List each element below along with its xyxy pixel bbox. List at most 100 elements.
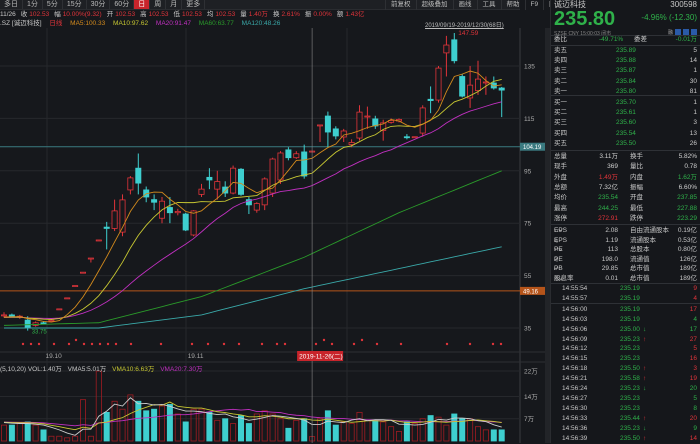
volume-bar bbox=[230, 423, 237, 442]
info-key: 额 bbox=[336, 11, 344, 18]
event-marker[interactable] bbox=[283, 342, 287, 346]
volume-bar bbox=[467, 418, 474, 442]
stat-value: 5.82% bbox=[678, 153, 697, 160]
tick-volume: 17 bbox=[689, 325, 697, 333]
stat-value: 272.91 bbox=[598, 214, 618, 222]
reference-label: 49.16 bbox=[523, 289, 539, 295]
fin-row: EPS TTM 2.08 自由流通股本 0.19亿 bbox=[554, 226, 697, 236]
fin-label-text: 股息率 bbox=[554, 274, 574, 282]
event-marker[interactable] bbox=[375, 342, 379, 346]
fin-row: PB LF 29.85 总市值 1 189亿 bbox=[554, 264, 697, 274]
tab-4[interactable]: 30分 bbox=[87, 0, 111, 9]
tab-9[interactable]: 更多 bbox=[182, 0, 206, 9]
event-marker[interactable] bbox=[491, 342, 495, 346]
event-marker[interactable] bbox=[314, 342, 318, 346]
volume-bar bbox=[380, 421, 387, 442]
info-value: 102.53 bbox=[29, 11, 50, 18]
event-marker[interactable] bbox=[82, 342, 86, 346]
event-marker[interactable] bbox=[360, 338, 364, 342]
event-marker[interactable] bbox=[468, 342, 472, 346]
asks-row: 卖三 235.87 1 bbox=[554, 66, 697, 76]
event-marker[interactable] bbox=[67, 342, 71, 346]
event-marker[interactable] bbox=[21, 342, 25, 346]
tab-5[interactable]: 60分 bbox=[110, 0, 135, 9]
event-marker[interactable] bbox=[399, 342, 403, 346]
fin-value: 0.01 bbox=[605, 274, 618, 282]
candle-body bbox=[419, 107, 426, 134]
tab-1[interactable]: 1分 bbox=[23, 0, 43, 9]
stock-code: 300598 bbox=[670, 0, 697, 9]
event-marker[interactable] bbox=[98, 342, 102, 346]
bids-volume: 3 bbox=[693, 119, 697, 127]
tab-3[interactable]: 15分 bbox=[63, 0, 87, 9]
tick-time: 14:56:12 bbox=[562, 345, 588, 353]
fin-label-text: PE bbox=[554, 255, 563, 263]
tab-2[interactable]: 5分 bbox=[43, 0, 63, 9]
event-marker[interactable] bbox=[29, 342, 33, 346]
event-marker[interactable] bbox=[330, 342, 334, 346]
event-marker[interactable] bbox=[52, 342, 56, 346]
event-marker[interactable] bbox=[206, 342, 210, 346]
date-label: 19.11 bbox=[188, 353, 204, 360]
event-marker[interactable] bbox=[237, 342, 241, 346]
event-marker[interactable] bbox=[275, 342, 279, 346]
bids-row: 买五 235.50 26 bbox=[554, 139, 697, 149]
tool-button-4[interactable]: 帮助 bbox=[500, 0, 525, 10]
price-tick-label: 115 bbox=[524, 116, 535, 123]
tick-volume: 14 bbox=[689, 434, 697, 442]
event-marker[interactable] bbox=[499, 342, 503, 346]
candle-body bbox=[356, 111, 363, 139]
volume-bar bbox=[87, 435, 94, 442]
ma5-line bbox=[3, 70, 502, 323]
tool-button-5[interactable]: F9 bbox=[524, 0, 544, 10]
bids-price: 235.50 bbox=[616, 139, 636, 147]
event-marker[interactable] bbox=[90, 342, 94, 346]
event-marker[interactable] bbox=[222, 342, 226, 346]
asks-label: 卖二 bbox=[554, 77, 567, 85]
event-marker[interactable] bbox=[74, 338, 78, 342]
volume-bar bbox=[0, 424, 7, 442]
candle-body bbox=[340, 130, 347, 138]
stat-value: 3.11万 bbox=[599, 153, 618, 160]
volume-legend: (5,10,20) VOL:1.40万 VMA5:5.01万 VMA10:6.6… bbox=[0, 363, 202, 373]
chart-tools: 前复权超级叠加画线工具帮助F9隐藏 bbox=[385, 0, 567, 10]
event-marker[interactable] bbox=[106, 342, 110, 346]
kline-chart[interactable]: 135 115 95 75 55 35 22万 14万 7万 19.10 19.11 104.19 49… bbox=[0, 0, 550, 443]
candle-body bbox=[135, 167, 142, 184]
date-range-selector[interactable]: 2019/09/19-2019/12/30(68日) bbox=[425, 20, 504, 29]
event-marker[interactable] bbox=[445, 342, 449, 346]
candle-body bbox=[127, 177, 134, 191]
candle-body bbox=[24, 319, 31, 329]
info-value: 10.00%(9.32) bbox=[62, 11, 102, 18]
tab-0[interactable]: 多日 bbox=[0, 0, 23, 9]
info-key: 均 bbox=[206, 11, 214, 18]
event-marker[interactable] bbox=[190, 342, 194, 346]
info-value: 102.53 bbox=[182, 11, 202, 18]
tool-button-3[interactable]: 工具 bbox=[476, 0, 501, 10]
tab-7[interactable]: 周 bbox=[150, 0, 167, 9]
event-marker[interactable] bbox=[260, 342, 264, 346]
tick-row: 14:55:54 235.19 9 bbox=[554, 284, 697, 294]
price-tick-label: 95 bbox=[524, 168, 532, 175]
volume-bar bbox=[135, 400, 142, 442]
event-marker[interactable] bbox=[352, 342, 356, 346]
tool-button-0[interactable]: 前复权 bbox=[385, 0, 416, 10]
tab-6[interactable]: 日 bbox=[134, 0, 151, 9]
volume-bar bbox=[48, 435, 55, 442]
tab-8[interactable]: 月 bbox=[166, 0, 183, 9]
tool-button-2[interactable]: 画线 bbox=[452, 0, 477, 10]
bids-price: 235.61 bbox=[616, 109, 636, 117]
volume-tick-label: 14万 bbox=[524, 393, 538, 401]
candle-body bbox=[277, 152, 284, 181]
event-marker[interactable] bbox=[37, 342, 41, 346]
volume-bar bbox=[459, 418, 466, 442]
event-marker[interactable] bbox=[322, 338, 326, 342]
info-key: 量 bbox=[240, 11, 247, 18]
stat-value: 223.29 bbox=[677, 214, 697, 222]
tick-time: 14:56:24 bbox=[562, 385, 588, 392]
tool-button-1[interactable]: 超级叠加 bbox=[415, 0, 453, 10]
event-marker[interactable] bbox=[114, 342, 118, 346]
event-marker[interactable] bbox=[159, 342, 163, 346]
event-marker[interactable] bbox=[129, 342, 133, 346]
candle-body bbox=[182, 213, 189, 231]
